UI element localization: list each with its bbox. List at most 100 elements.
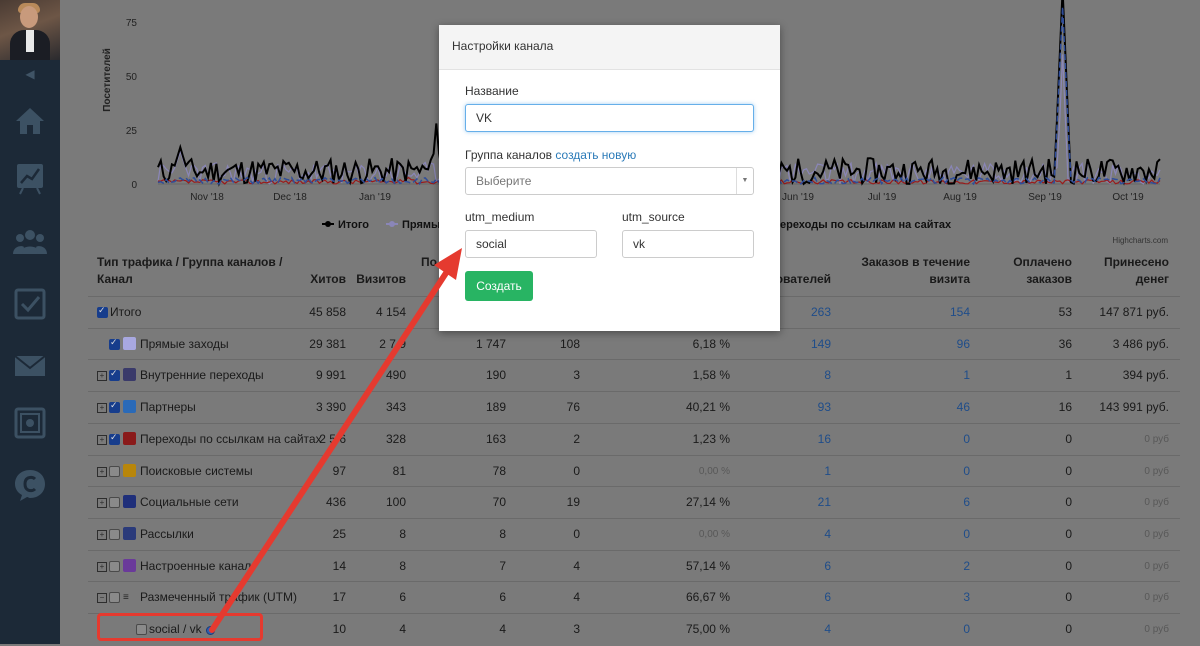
cell-col4: 3 xyxy=(573,622,580,636)
row-checkbox[interactable] xyxy=(109,465,120,477)
cell-users-link[interactable]: 8 xyxy=(788,360,831,391)
expand-icon[interactable]: + xyxy=(97,466,107,477)
cell-orders-link[interactable]: 0 xyxy=(918,614,970,645)
xtick-jun19: Jun '19 xyxy=(782,192,814,203)
row-checkbox[interactable] xyxy=(109,592,120,604)
cell-hits: 25 xyxy=(332,526,346,541)
table-row[interactable]: + Партнеры 3 390 343 189 76 40,21 % 93 46 16 143 9… xyxy=(88,391,1180,424)
cell-users-link[interactable]: 1 xyxy=(788,456,831,487)
cell-orders-link[interactable]: 0 xyxy=(918,424,970,455)
cell-money: 0 руб xyxy=(1144,624,1169,635)
cell-orders-link[interactable]: 0 xyxy=(918,456,970,487)
cell-users-link[interactable]: 16 xyxy=(788,424,831,455)
cell-hits: 2 5 6 xyxy=(319,431,346,446)
group-select[interactable]: Выберите ▼ xyxy=(465,167,754,195)
checklist-icon[interactable] xyxy=(12,286,48,322)
row-checkbox[interactable] xyxy=(109,560,120,572)
utm-medium-input[interactable]: social xyxy=(465,230,597,258)
table-row[interactable]: + Внутренние переходы 9 991 490 190 3 1,58 % 8 1… xyxy=(88,359,1180,392)
expand-icon[interactable]: + xyxy=(97,561,107,572)
expand-icon[interactable]: + xyxy=(97,498,107,509)
cell-orders-link[interactable]: 6 xyxy=(918,487,970,518)
cell-orders-link[interactable]: 3 xyxy=(918,582,970,613)
expand-icon[interactable]: + xyxy=(97,371,107,382)
cell-users-link[interactable]: 4 xyxy=(788,519,831,550)
cell-orders-link[interactable]: 2 xyxy=(918,551,970,582)
cell-paid: 0 xyxy=(1065,431,1072,446)
header-orders-visit[interactable]: Заказов в течение визита xyxy=(846,254,970,288)
cell-col3: 189 xyxy=(485,400,506,415)
cell-users-link[interactable]: 4 xyxy=(788,614,831,645)
mail-icon[interactable] xyxy=(12,348,48,384)
table-row[interactable]: +Переходы по ссылкам на сайтах2 5 632816… xyxy=(88,422,1180,456)
cell-col3: 4 xyxy=(499,622,506,636)
chat-c-icon[interactable] xyxy=(12,467,48,503)
table-row[interactable]: social / vk 10 4 4 3 75,00 % 4 0 0 0 руб xyxy=(88,613,1180,646)
cell-hits: 14 xyxy=(332,558,346,573)
table-row[interactable]: + Поисковые системы 97 81 78 0 0,00 % 1 0 0 0 руб xyxy=(88,454,1180,488)
users-icon[interactable] xyxy=(12,224,48,260)
row-checkbox[interactable] xyxy=(109,432,120,445)
cell-conversion: 57,14 % xyxy=(685,558,730,573)
table-row[interactable]: Прямые заходы 29 381 2 7 9 1 747 108 6,18 % 14… xyxy=(88,327,1180,361)
cell-users-link[interactable]: 21 xyxy=(788,487,831,518)
row-checkbox[interactable] xyxy=(109,368,120,382)
cell-orders-link[interactable]: 96 xyxy=(918,329,970,360)
cell-visits: 328 xyxy=(385,431,406,446)
cell-col3: 190 xyxy=(485,368,506,383)
cell-users-link[interactable]: 149 xyxy=(788,329,831,360)
legend-total[interactable]: Итого xyxy=(338,219,369,231)
chart-icon[interactable] xyxy=(12,160,48,196)
collapse-sidebar-icon[interactable]: ◀ xyxy=(0,60,60,88)
cell-users-link[interactable]: 263 xyxy=(788,297,831,328)
cell-orders-link[interactable]: 46 xyxy=(918,392,970,423)
utm-source-input[interactable]: vk xyxy=(622,230,754,258)
cell-col4: 108 xyxy=(559,336,580,351)
table-row[interactable]: + Рассылки 25 8 8 0 0,00 % 4 0 0 0 руб xyxy=(88,517,1180,551)
cell-visits: 2 7 9 xyxy=(379,336,406,351)
highcharts-credit[interactable]: Highcharts.com xyxy=(1112,236,1168,245)
cell-orders-link[interactable]: 0 xyxy=(918,519,970,550)
row-checkbox[interactable] xyxy=(109,497,120,509)
expand-icon[interactable]: + xyxy=(97,529,107,540)
header-col3[interactable]: По xyxy=(421,254,441,271)
row-checkbox[interactable] xyxy=(109,528,120,540)
table-row[interactable]: + Настроенные канал 14 8 7 4 57,14 % 6 2 0 0 руб xyxy=(88,549,1180,583)
chevron-down-icon: ▼ xyxy=(736,168,753,194)
header-visits[interactable]: Визитов xyxy=(346,271,406,288)
header-money[interactable]: Принесено денег xyxy=(1088,254,1169,288)
name-label: Название xyxy=(465,84,519,98)
row-checkbox[interactable] xyxy=(97,305,108,318)
row-checkbox[interactable] xyxy=(136,624,147,635)
row-checkbox[interactable] xyxy=(109,337,120,350)
name-input[interactable]: VK xyxy=(465,104,754,132)
cell-users-link[interactable]: 6 xyxy=(788,582,831,613)
row-name[interactable]: social / vk xyxy=(149,614,202,645)
create-group-link[interactable]: создать новую xyxy=(555,148,636,162)
ytick-50: 50 xyxy=(126,72,138,83)
cell-orders-link[interactable]: 154 xyxy=(918,297,970,328)
legend-direct[interactable]: Прямы xyxy=(402,219,440,231)
avatar[interactable] xyxy=(0,0,60,60)
cell-orders-link[interactable]: 1 xyxy=(918,360,970,391)
home-icon[interactable] xyxy=(12,103,48,139)
cell-col4: 4 xyxy=(573,558,580,573)
cell-users-link[interactable]: 93 xyxy=(788,392,831,423)
cell-users-link[interactable]: 6 xyxy=(788,551,831,582)
legend-links[interactable]: ереходы по ссылкам на сайтах xyxy=(780,219,952,231)
header-hits[interactable]: Хитов xyxy=(288,271,346,288)
safe-icon[interactable] xyxy=(12,405,48,441)
cell-col3: 70 xyxy=(492,495,506,510)
expand-icon[interactable]: − xyxy=(97,593,107,604)
expand-icon[interactable]: + xyxy=(97,403,107,414)
row-checkbox[interactable] xyxy=(109,400,120,414)
table-row[interactable]: + Социальные сети 436 100 70 19 27,14 % 21 6 0 0 р… xyxy=(88,486,1180,519)
header-paid[interactable]: Оплачено заказов xyxy=(998,254,1072,288)
group-label-row: Группа каналов создать новую xyxy=(465,148,636,162)
expand-icon[interactable]: + xyxy=(97,434,107,445)
table-row[interactable]: − ≡ Размеченный трафик (UTM) 17 6 6 4 66,67 % 6 3… xyxy=(88,581,1180,614)
settings-gear-icon[interactable] xyxy=(206,626,215,635)
cell-col4: 0 xyxy=(573,463,580,478)
row-name: Поисковые системы xyxy=(140,463,253,478)
create-button[interactable]: Создать xyxy=(465,271,533,301)
